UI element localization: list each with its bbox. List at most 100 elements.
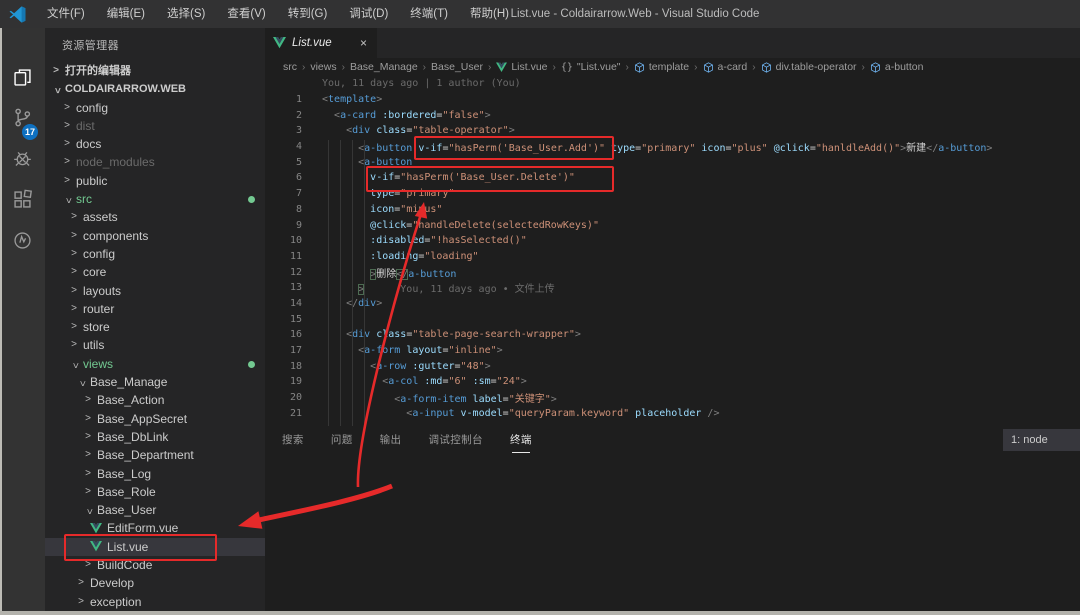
panel-tab-debug-console[interactable]: 调试控制台 xyxy=(428,432,483,449)
panel-tab-search[interactable]: 搜索 xyxy=(282,432,304,449)
debug-icon[interactable] xyxy=(0,138,45,178)
breadcrumb-item-list.vue[interactable]: List.vue xyxy=(496,61,547,73)
title-bar: 文件(F)编辑(E)选择(S)查看(V)转到(G)调试(D)终端(T)帮助(H)… xyxy=(0,0,1080,28)
item-label: Base_Log xyxy=(97,465,151,483)
chevron-collapsed-icon: > xyxy=(69,300,79,318)
sidebar-item-docs[interactable]: >docs xyxy=(45,135,265,153)
sidebar-item-base_appsecret[interactable]: >Base_AppSecret xyxy=(45,410,265,428)
chevron-expanded-icon: > xyxy=(79,507,97,517)
menubar-item-terminal[interactable]: 终端(T) xyxy=(399,0,459,28)
code-line-1: 1<template> xyxy=(265,92,1080,108)
code-line-16: 16 <div class="table-page-search-wrapper… xyxy=(265,327,1080,343)
sidebar-item-base_department[interactable]: >Base_Department xyxy=(45,446,265,464)
extensions-icon[interactable] xyxy=(0,179,45,219)
sidebar-item-base_log[interactable]: >Base_Log xyxy=(45,465,265,483)
sidebar-item-base_user[interactable]: >Base_User xyxy=(45,501,265,519)
sidebar-item-buildcode[interactable]: >BuildCode xyxy=(45,556,265,574)
breadcrumb-separator: › xyxy=(752,62,755,73)
sidebar-item-router[interactable]: >router xyxy=(45,300,265,318)
breadcrumb-item-base_user[interactable]: Base_User xyxy=(431,61,483,73)
activity-bar: 17 xyxy=(0,28,45,615)
sidebar-item-list.vue[interactable]: List.vue xyxy=(45,538,265,556)
sidebar-item-base_dblink[interactable]: >Base_DbLink xyxy=(45,428,265,446)
breadcrumb-item-a-card[interactable]: a-card xyxy=(703,61,748,73)
code-line-21: 21 <a-input v-model="queryParam.keyword"… xyxy=(265,405,1080,421)
sidebar-item-dist[interactable]: >dist xyxy=(45,117,265,135)
sidebar-item-views[interactable]: >views xyxy=(45,355,265,373)
item-label: docs xyxy=(76,135,101,153)
sidebar-item-exception[interactable]: >exception xyxy=(45,593,265,611)
file-tree: >打开的编辑器>COLDAIRARROW.WEB>config>dist>doc… xyxy=(45,62,265,615)
tab-close-icon[interactable]: × xyxy=(358,36,369,50)
panel-tab-problems[interactable]: 问题 xyxy=(331,432,353,449)
menubar-item-view[interactable]: 查看(V) xyxy=(216,0,276,28)
sidebar-item-public[interactable]: >public xyxy=(45,172,265,190)
code-line-3: 3 <div class="table-operator"> xyxy=(265,123,1080,139)
code-line-9: 9 @click="handleDelete(selectedRowKeys)" xyxy=(265,217,1080,233)
item-label: store xyxy=(83,318,110,336)
sidebar-item-base_manage[interactable]: >Base_Manage xyxy=(45,373,265,391)
breadcrumb-item-base_manage[interactable]: Base_Manage xyxy=(350,61,418,73)
breadcrumb-item-template[interactable]: template xyxy=(634,61,689,73)
code-line-17: 17 <a-form layout="inline"> xyxy=(265,343,1080,359)
menubar-item-goto[interactable]: 转到(G) xyxy=(277,0,339,28)
chevron-collapsed-icon: > xyxy=(69,318,79,336)
sidebar-item-layouts[interactable]: >layouts xyxy=(45,282,265,300)
panel-tab-bar: 搜索 问题 输出 调试控制台 终端 xyxy=(265,427,1080,454)
sidebar-title: 资源管理器 xyxy=(45,28,265,62)
chevron-collapsed-icon: > xyxy=(83,556,93,574)
item-label: node_modules xyxy=(76,153,155,171)
code-editor[interactable]: You, 11 days ago | 1 author (You)1<templ… xyxy=(265,76,1080,426)
menubar-item-selection[interactable]: 选择(S) xyxy=(156,0,216,28)
chevron-collapsed-icon: > xyxy=(69,245,79,263)
terminal-process-selector[interactable]: 1: node xyxy=(1003,429,1080,451)
breadcrumb-item-views[interactable]: views xyxy=(310,61,336,73)
sidebar-item-base_role[interactable]: >Base_Role xyxy=(45,483,265,501)
chevron-collapsed-icon: > xyxy=(62,117,72,135)
terminal-panel[interactable] xyxy=(265,455,1080,613)
chevron-expanded-icon: > xyxy=(58,196,76,206)
item-label: Base_Department xyxy=(97,446,194,464)
sidebar-item-config[interactable]: >config xyxy=(45,99,265,117)
explorer-icon[interactable] xyxy=(0,57,45,97)
sidebar-item-config[interactable]: >config xyxy=(45,245,265,263)
item-label: 打开的编辑器 xyxy=(65,62,131,80)
sidebar-item-editform.vue[interactable]: EditForm.vue xyxy=(45,519,265,537)
menubar-item-edit[interactable]: 编辑(E) xyxy=(96,0,156,28)
scm-badge: 17 xyxy=(22,124,38,140)
sidebar-item-core[interactable]: >core xyxy=(45,263,265,281)
breadcrumb-item-div.table-operator[interactable]: div.table-operator xyxy=(761,61,857,73)
chevron-collapsed-icon: > xyxy=(83,483,93,501)
chevron-collapsed-icon: > xyxy=(83,446,93,464)
sidebar-item-coldairarrow.web[interactable]: >COLDAIRARROW.WEB xyxy=(45,80,265,98)
breadcrumb-item-a-button[interactable]: a-button xyxy=(870,61,924,73)
sidebar-item--[interactable]: >打开的编辑器 xyxy=(45,62,265,80)
breadcrumb-separator: › xyxy=(342,62,345,73)
chevron-collapsed-icon: > xyxy=(51,62,61,80)
menubar-item-debug[interactable]: 调试(D) xyxy=(338,0,399,28)
breadcrumb-item--list.vue-[interactable]: {}"List.vue" xyxy=(561,61,621,73)
code-line-4: 4 <a-button v-if="hasPerm('Base_User.Add… xyxy=(265,139,1080,155)
panel-tab-terminal[interactable]: 终端 xyxy=(510,432,532,449)
sidebar-item-store[interactable]: >store xyxy=(45,318,265,336)
item-label: utils xyxy=(83,336,104,354)
blame-annotation-line: You, 11 days ago | 1 author (You) xyxy=(265,76,1080,92)
sidebar-item-components[interactable]: >components xyxy=(45,227,265,245)
menubar-item-help[interactable]: 帮助(H) xyxy=(459,0,520,28)
item-label: public xyxy=(76,172,107,190)
sidebar-item-utils[interactable]: >utils xyxy=(45,336,265,354)
code-line-20: 20 <a-form-item label="关键字"> xyxy=(265,390,1080,406)
sidebar-item-node_modules[interactable]: >node_modules xyxy=(45,153,265,171)
panel-tab-output[interactable]: 输出 xyxy=(380,432,402,449)
chevron-collapsed-icon: > xyxy=(62,135,72,153)
menubar-item-file[interactable]: 文件(F) xyxy=(36,0,96,28)
sidebar-item-src[interactable]: >src xyxy=(45,190,265,208)
plugin-circle-icon[interactable] xyxy=(0,220,45,260)
chevron-collapsed-icon: > xyxy=(69,263,79,281)
breadcrumb-item-src[interactable]: src xyxy=(283,61,297,73)
tab-list-vue[interactable]: List.vue × xyxy=(265,28,377,58)
sidebar-item-develop[interactable]: >Develop xyxy=(45,574,265,592)
sidebar-item-base_action[interactable]: >Base_Action xyxy=(45,391,265,409)
code-line-5: 5 <a-button xyxy=(265,154,1080,170)
sidebar-item-assets[interactable]: >assets xyxy=(45,208,265,226)
